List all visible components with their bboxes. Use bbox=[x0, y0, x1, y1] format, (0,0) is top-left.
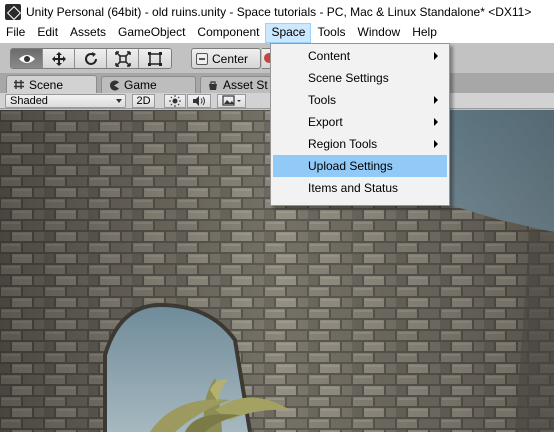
pivot-label: Center bbox=[212, 51, 249, 66]
space-menu-item-label: Export bbox=[308, 115, 343, 129]
tab-scene-label: Scene bbox=[29, 77, 64, 92]
shading-mode-dropdown[interactable]: Shaded bbox=[5, 94, 126, 108]
submenu-arrow-icon bbox=[434, 118, 438, 126]
tab-game[interactable]: Game bbox=[101, 76, 196, 93]
space-menu-item-scene-settings[interactable]: Scene Settings bbox=[273, 67, 447, 89]
submenu-arrow-icon bbox=[434, 140, 438, 148]
shading-mode-label: Shaded bbox=[10, 95, 48, 107]
menu-file[interactable]: File bbox=[0, 23, 31, 43]
space-menu-item-label: Tools bbox=[308, 93, 337, 107]
rotate-tool-button[interactable] bbox=[75, 49, 107, 68]
tab-asset-store[interactable]: Asset St bbox=[200, 76, 275, 93]
dropdown-arrow-icon bbox=[116, 99, 122, 103]
submenu-arrow-icon bbox=[434, 52, 438, 60]
rotate-icon bbox=[84, 51, 97, 65]
space-menu-item-label: Upload Settings bbox=[308, 159, 393, 173]
menu-space[interactable]: Space bbox=[265, 23, 312, 43]
space-menu-item-label: Scene Settings bbox=[308, 71, 389, 85]
tab-game-label: Game bbox=[124, 78, 157, 92]
space-menu-item-label: Content bbox=[308, 49, 351, 63]
effects-dropdown-button[interactable] bbox=[217, 94, 246, 108]
space-menu-item-upload-settings[interactable]: Upload Settings bbox=[273, 155, 447, 177]
scale-icon bbox=[114, 50, 131, 67]
move-arrows-icon bbox=[51, 51, 66, 66]
space-menu-item-items-and-status[interactable]: Items and Status bbox=[273, 177, 447, 199]
view-tool-button[interactable] bbox=[11, 49, 43, 68]
image-icon bbox=[221, 95, 241, 106]
space-menu-item-export[interactable]: Export bbox=[273, 111, 447, 133]
transform-tools bbox=[10, 48, 172, 69]
title-bar: Unity Personal (64bit) - old ruins.unity… bbox=[0, 0, 554, 23]
menu-help[interactable]: Help bbox=[406, 23, 443, 43]
pivot-center-button[interactable]: Center bbox=[191, 48, 261, 69]
submenu-arrow-icon bbox=[434, 96, 438, 104]
space-menu-item-tools[interactable]: Tools bbox=[273, 89, 447, 111]
menu-edit[interactable]: Edit bbox=[31, 23, 64, 43]
menu-assets[interactable]: Assets bbox=[64, 23, 112, 43]
menu-gameobject[interactable]: GameObject bbox=[112, 23, 191, 43]
scene-hash-icon bbox=[14, 80, 24, 89]
menu-window[interactable]: Window bbox=[352, 23, 407, 43]
asset-store-icon bbox=[209, 80, 217, 90]
space-menu-item-content[interactable]: Content bbox=[273, 45, 447, 67]
view-eye-icon bbox=[18, 54, 35, 63]
rect-tool-icon bbox=[148, 51, 162, 66]
pivot-icon bbox=[196, 52, 208, 65]
space-menu-dropdown: Content Scene Settings Tools Export Regi… bbox=[270, 43, 450, 206]
space-menu-item-label: Region Tools bbox=[308, 137, 378, 151]
menu-tools[interactable]: Tools bbox=[311, 23, 351, 43]
menu-component[interactable]: Component bbox=[191, 23, 265, 43]
audio-toggle-button[interactable] bbox=[187, 94, 211, 108]
tab-scene[interactable]: Scene bbox=[6, 75, 97, 93]
rect-tool-button[interactable] bbox=[139, 49, 171, 68]
space-menu-item-label: Items and Status bbox=[308, 181, 399, 195]
move-tool-button[interactable] bbox=[43, 49, 75, 68]
scale-tool-button[interactable] bbox=[107, 49, 139, 68]
unity-logo-icon bbox=[5, 3, 21, 20]
tab-asset-store-label: Asset St bbox=[223, 78, 268, 92]
space-menu-item-region-tools[interactable]: Region Tools bbox=[273, 133, 447, 155]
lighting-toggle-button[interactable] bbox=[164, 94, 186, 108]
window-title: Unity Personal (64bit) - old ruins.unity… bbox=[26, 4, 532, 19]
game-pacman-icon bbox=[110, 80, 119, 90]
menu-bar: File Edit Assets GameObject Component Sp… bbox=[0, 23, 554, 43]
sun-icon bbox=[169, 95, 181, 107]
speaker-icon bbox=[193, 96, 205, 106]
toggle-2d-button[interactable]: 2D bbox=[132, 94, 155, 108]
